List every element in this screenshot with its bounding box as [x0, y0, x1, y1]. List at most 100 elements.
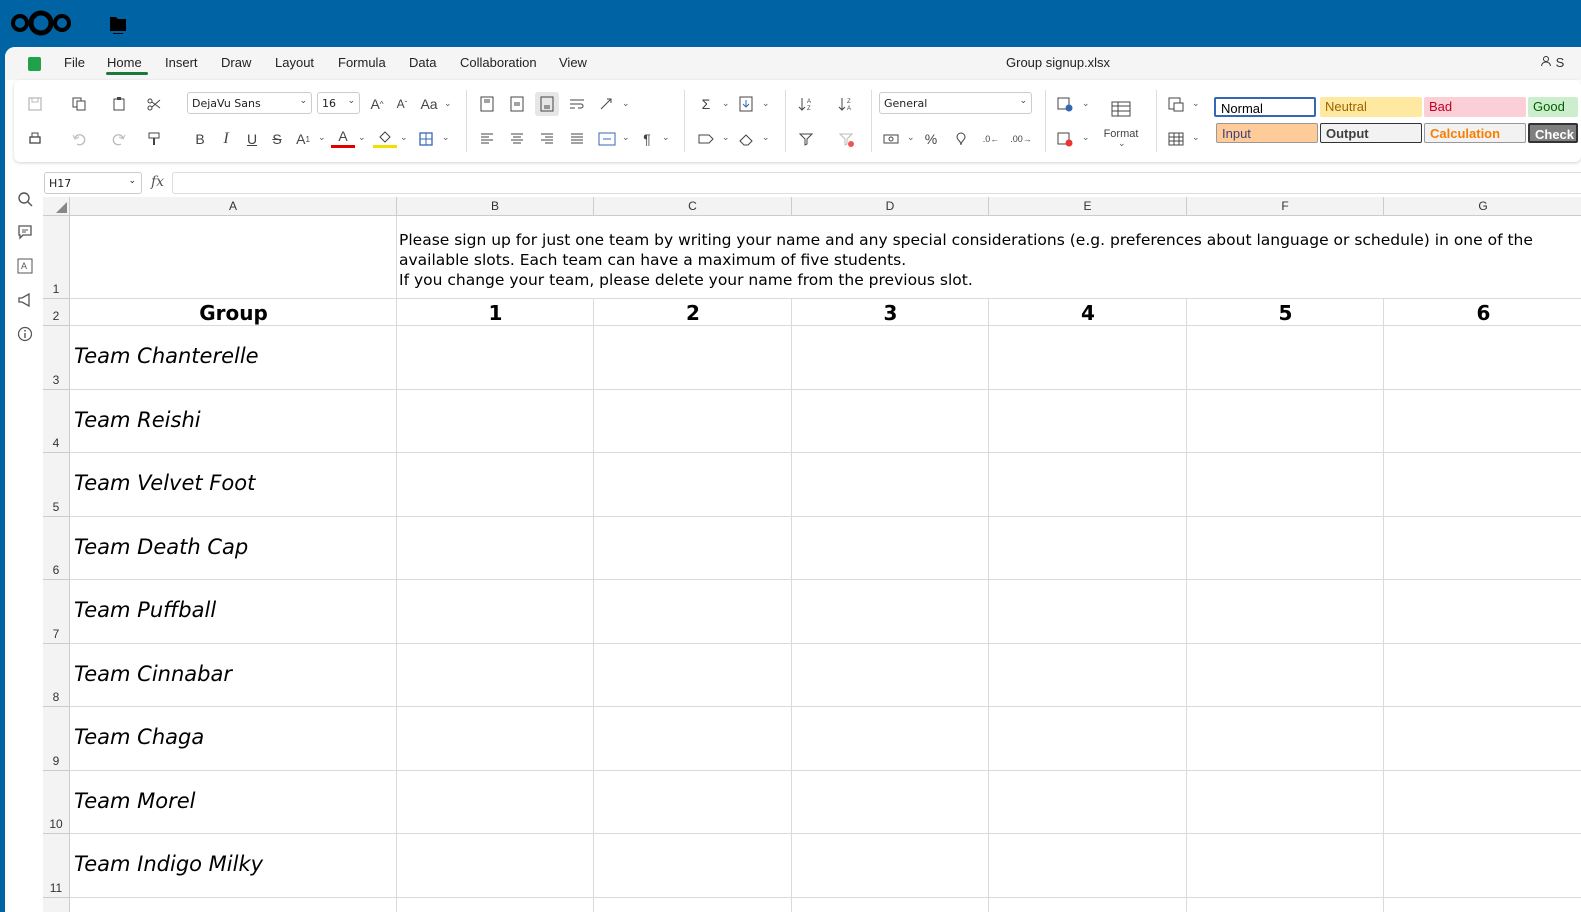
cell-b5[interactable] — [397, 453, 594, 517]
cell-g12[interactable] — [1384, 898, 1581, 912]
cell-c5[interactable] — [594, 453, 792, 517]
cell-f7[interactable] — [1187, 580, 1384, 644]
cell-e8[interactable] — [989, 644, 1187, 707]
select-all-corner[interactable] — [43, 197, 70, 216]
row-header-1[interactable]: 1 — [43, 216, 70, 299]
cell-b11[interactable] — [397, 834, 594, 898]
paste-icon[interactable] — [107, 92, 131, 116]
cell-b10[interactable] — [397, 771, 594, 834]
borders-icon[interactable] — [414, 127, 438, 151]
style-neutral[interactable]: Neutral — [1320, 97, 1422, 117]
cell-b12[interactable] — [397, 898, 594, 912]
menu-collaboration[interactable]: Collaboration — [460, 55, 537, 70]
cell-c12[interactable] — [594, 898, 792, 912]
fill-down-icon[interactable] — [734, 92, 758, 116]
wrap-text-icon[interactable] — [565, 92, 589, 116]
delete-rows-icon[interactable] — [1053, 127, 1077, 151]
menu-data[interactable]: Data — [409, 55, 436, 70]
column-header-a[interactable]: A — [70, 197, 397, 216]
number-format-icon[interactable] — [949, 127, 973, 151]
cell-g9[interactable] — [1384, 707, 1581, 771]
row-header-3[interactable]: 3 — [43, 326, 70, 390]
cell-e4[interactable] — [989, 390, 1187, 453]
cell-d9[interactable] — [792, 707, 989, 771]
cell-d4[interactable] — [792, 390, 989, 453]
row-header-7[interactable]: 7 — [43, 580, 70, 644]
cell-f3[interactable] — [1187, 326, 1384, 390]
clone-formatting-icon[interactable] — [142, 127, 166, 151]
underline-icon[interactable]: U — [240, 127, 264, 151]
currency-icon[interactable] — [879, 127, 903, 151]
cell-a12[interactable] — [70, 898, 397, 912]
fx-icon[interactable]: fx — [151, 174, 164, 190]
align-middle-icon[interactable] — [505, 92, 529, 116]
row-header-6[interactable]: 6 — [43, 517, 70, 580]
cell-g5[interactable] — [1384, 453, 1581, 517]
cell-d7[interactable] — [792, 580, 989, 644]
cell-c11[interactable] — [594, 834, 792, 898]
spreadsheet-grid[interactable]: A B C D E F G 1 2 3 4 5 6 7 8 9 10 11 Pl… — [43, 197, 1581, 912]
font-size-select[interactable]: 16 ⌄ — [317, 92, 360, 114]
highlight-color-icon[interactable] — [373, 127, 397, 148]
cell-d8[interactable] — [792, 644, 989, 707]
cell-f6[interactable] — [1187, 517, 1384, 580]
cell-g8[interactable] — [1384, 644, 1581, 707]
align-right-icon[interactable] — [535, 127, 559, 151]
row-header-11[interactable]: 11 — [43, 834, 70, 898]
cell-g7[interactable] — [1384, 580, 1581, 644]
redo-icon[interactable] — [107, 127, 131, 151]
text-orientation-icon[interactable] — [595, 92, 619, 116]
column-header-e[interactable]: E — [989, 197, 1187, 216]
cell-c4[interactable] — [594, 390, 792, 453]
row-header-5[interactable]: 5 — [43, 453, 70, 517]
cell-b6[interactable] — [397, 517, 594, 580]
align-top-icon[interactable] — [475, 92, 499, 116]
comment-icon[interactable] — [16, 223, 34, 241]
percent-icon[interactable]: % — [919, 127, 943, 151]
cell-e6[interactable] — [989, 517, 1187, 580]
cell-b7[interactable] — [397, 580, 594, 644]
cell-f9[interactable] — [1187, 707, 1384, 771]
cell-d5[interactable] — [792, 453, 989, 517]
paragraph-direction-icon[interactable]: ¶ — [635, 127, 659, 151]
row-header-10[interactable]: 10 — [43, 771, 70, 834]
column-header-c[interactable]: C — [594, 197, 792, 216]
folder-icon[interactable] — [108, 14, 128, 39]
number-format-select[interactable]: General ⌄ — [879, 92, 1032, 114]
undo-icon[interactable] — [67, 127, 91, 151]
menu-view[interactable]: View — [559, 55, 587, 70]
menu-file[interactable]: File — [64, 55, 85, 70]
cell-c6[interactable] — [594, 517, 792, 580]
nextcloud-logo[interactable] — [10, 9, 72, 42]
share-button[interactable]: S — [1540, 55, 1564, 70]
cell-c10[interactable] — [594, 771, 792, 834]
save-icon[interactable] — [23, 92, 47, 116]
cell-d11[interactable] — [792, 834, 989, 898]
cell-b9[interactable] — [397, 707, 594, 771]
bold-icon[interactable]: B — [188, 127, 212, 151]
column-header-b[interactable]: B — [397, 197, 594, 216]
style-good[interactable]: Good — [1528, 97, 1578, 117]
style-input[interactable]: Input — [1216, 123, 1318, 143]
announcement-icon[interactable] — [16, 291, 34, 309]
menu-draw[interactable]: Draw — [221, 55, 251, 70]
column-header-d[interactable]: D — [792, 197, 989, 216]
clear-icon[interactable] — [734, 127, 758, 151]
cell-e10[interactable] — [989, 771, 1187, 834]
cell-f10[interactable] — [1187, 771, 1384, 834]
cell-e5[interactable] — [989, 453, 1187, 517]
clear-filter-icon[interactable] — [834, 127, 858, 151]
cell-f11[interactable] — [1187, 834, 1384, 898]
cell-d12[interactable] — [792, 898, 989, 912]
copy-icon[interactable] — [67, 92, 91, 116]
grow-font-icon[interactable]: A ^ — [365, 92, 389, 116]
sum-icon[interactable]: Σ — [694, 92, 718, 116]
cell-b4[interactable] — [397, 390, 594, 453]
row-header-9[interactable]: 9 — [43, 707, 70, 771]
cell-c8[interactable] — [594, 644, 792, 707]
style-output[interactable]: Output — [1320, 123, 1422, 143]
row-header-8[interactable]: 8 — [43, 644, 70, 707]
document-title[interactable]: Group signup.xlsx — [1006, 55, 1110, 70]
cell-e11[interactable] — [989, 834, 1187, 898]
filter-icon[interactable] — [794, 127, 818, 151]
